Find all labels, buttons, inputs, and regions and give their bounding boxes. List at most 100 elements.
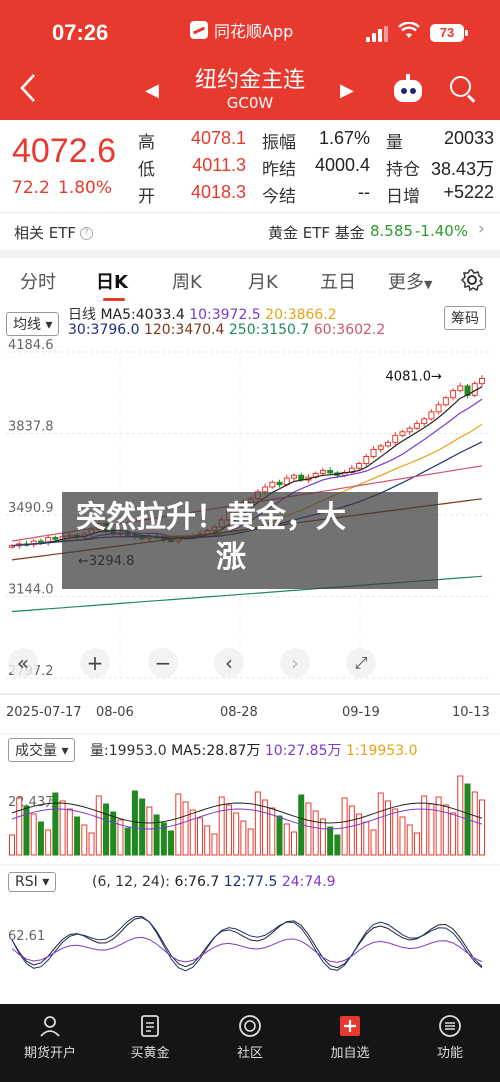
collapse-left-icon[interactable]: « bbox=[8, 648, 38, 678]
tab-five-day[interactable]: 五日 bbox=[320, 268, 356, 294]
volume-bar bbox=[399, 816, 406, 856]
legend-ma250: 250:3150.7 bbox=[228, 322, 310, 338]
rsi12-line bbox=[11, 916, 483, 972]
nav-buy-gold[interactable]: 买黄金 bbox=[100, 1004, 200, 1082]
volume-bar bbox=[88, 832, 95, 856]
legend-ma30: 30:3796.0 bbox=[68, 322, 140, 338]
volume-bar bbox=[413, 832, 420, 856]
back-button[interactable] bbox=[18, 72, 44, 108]
app-screen: 07:26 同花顺App 73 ◀ 纽约金主连 GC0W ▶ 4072.6 72… bbox=[0, 0, 500, 1082]
legend-vol-ma10: 10:27.85万 bbox=[264, 743, 342, 759]
x-tick-label: 09-19 bbox=[342, 705, 380, 720]
volume-bar bbox=[139, 798, 146, 856]
chevron-right-icon[interactable]: › bbox=[478, 219, 485, 239]
info-icon[interactable]: ? bbox=[80, 227, 94, 240]
candle-body bbox=[421, 418, 428, 425]
legend-ma20: 20:3866.2 bbox=[265, 307, 337, 323]
volume-bar bbox=[406, 824, 413, 856]
status-time: 07:26 bbox=[52, 20, 109, 45]
fullscreen-icon[interactable]: ⤢ bbox=[346, 648, 376, 678]
indicator-selector-button[interactable]: 均线 ▾ bbox=[6, 312, 60, 336]
legend-rsi6: 6:76.7 bbox=[174, 874, 220, 890]
tab-monthly-k[interactable]: 月K bbox=[248, 268, 278, 294]
nav-futures-account[interactable]: 期货开户 bbox=[0, 1004, 100, 1082]
zoom-in-icon[interactable]: + bbox=[80, 648, 110, 678]
candle-body bbox=[262, 486, 269, 493]
candle-body bbox=[399, 431, 406, 436]
candle-body bbox=[392, 434, 399, 443]
tab-weekly-k[interactable]: 周K bbox=[172, 268, 202, 294]
next-contract-button[interactable]: ▶ bbox=[340, 80, 354, 101]
label-amplitude: 振幅 bbox=[262, 133, 296, 153]
candle-body bbox=[276, 481, 283, 486]
scroll-right-icon[interactable]: › bbox=[280, 648, 310, 678]
news-headline-overlay[interactable]: 突然拉升！黄金，大 涨 bbox=[62, 492, 438, 589]
tab-daily-k[interactable]: 日K bbox=[96, 268, 128, 294]
battery-icon: 73 bbox=[430, 24, 468, 42]
nav-add-watchlist[interactable]: 加自选 bbox=[300, 1004, 400, 1082]
volume-bar bbox=[341, 797, 348, 856]
legend-ma60: 60:3602.2 bbox=[313, 322, 386, 338]
kline-chart[interactable]: 4184.63837.83490.93144.02797.24081.0→←32… bbox=[0, 302, 500, 1002]
volume-bar bbox=[74, 816, 81, 856]
rsi6-line bbox=[11, 917, 483, 969]
volume-bar bbox=[124, 827, 131, 856]
volume-bar bbox=[211, 833, 218, 856]
search-icon[interactable] bbox=[450, 76, 478, 104]
y-tick-label: 3837.8 bbox=[8, 420, 54, 435]
app-badge[interactable]: 同花顺App bbox=[190, 18, 293, 42]
candle-body bbox=[406, 427, 413, 433]
etf-name: 黄金 ETF 基金 bbox=[268, 224, 365, 242]
price-change: 72.2 bbox=[12, 178, 50, 198]
volume-bar bbox=[254, 791, 261, 856]
ai-assistant-icon[interactable] bbox=[392, 74, 424, 104]
prev-contract-button[interactable]: ◀ bbox=[145, 80, 159, 101]
volume-bar bbox=[327, 826, 334, 856]
volume-bar bbox=[291, 831, 297, 856]
chip-distribution-button[interactable]: 筹码 bbox=[444, 306, 486, 330]
nav-functions[interactable]: 功能 bbox=[400, 1004, 500, 1082]
rsi24-line bbox=[11, 936, 483, 963]
last-price: 4072.6 bbox=[12, 132, 116, 170]
volume-bar bbox=[334, 834, 341, 856]
high-marker: 4081.0→ bbox=[386, 369, 442, 384]
legend-rsi24: 24:74.9 bbox=[281, 874, 336, 890]
person-icon bbox=[40, 1016, 60, 1037]
y-tick-label: 4184.6 bbox=[8, 338, 54, 353]
candle-body bbox=[370, 448, 377, 457]
zoom-out-icon[interactable]: − bbox=[148, 648, 178, 678]
value-low: 4011.3 bbox=[192, 155, 246, 175]
volume-bar bbox=[457, 775, 464, 856]
candle-body bbox=[450, 390, 457, 399]
volume-bar bbox=[392, 808, 399, 856]
volume-bar bbox=[204, 825, 211, 856]
nav-community[interactable]: 社区 bbox=[200, 1004, 300, 1082]
settings-icon[interactable] bbox=[460, 268, 484, 292]
value-volume: 20033 bbox=[443, 128, 494, 148]
volume-bar bbox=[370, 829, 377, 856]
label-prev-settle: 昨结 bbox=[262, 160, 296, 180]
volume-bar bbox=[319, 818, 326, 856]
candle-body bbox=[291, 474, 297, 479]
volume-selector-button[interactable]: 成交量 ▾ bbox=[8, 738, 76, 762]
scroll-left-icon[interactable]: ‹ bbox=[214, 648, 244, 678]
value-prev-settle: 4000.4 bbox=[314, 155, 370, 175]
etf-label: 相关 ETF? bbox=[14, 222, 94, 243]
rsi-selector-button[interactable]: RSI ▾ bbox=[8, 872, 57, 892]
volume-bar bbox=[225, 804, 232, 856]
y-tick-label: 3144.0 bbox=[8, 583, 54, 598]
tab-timeshare[interactable]: 分时 bbox=[20, 268, 56, 294]
kline-legend-row1: 日线 MA5:4033.4 10:3972.5 20:3866.2 bbox=[68, 307, 337, 323]
volume-bar bbox=[450, 812, 457, 856]
menu-icon bbox=[439, 1015, 461, 1037]
volume-bar bbox=[479, 799, 485, 856]
label-volume: 量 bbox=[386, 133, 403, 153]
header: 07:26 同花顺App 73 ◀ 纽约金主连 GC0W ▶ bbox=[0, 0, 500, 120]
volume-bar bbox=[81, 824, 88, 856]
divider bbox=[0, 250, 500, 258]
document-icon bbox=[141, 1015, 159, 1037]
related-etf-row[interactable]: 相关 ETF? 黄金 ETF 基金 8.585 -1.40% › bbox=[0, 212, 500, 250]
tab-more[interactable]: 更多▼ bbox=[388, 268, 432, 294]
volume-bar bbox=[276, 815, 283, 856]
etf-price: 8.585 bbox=[370, 222, 413, 240]
